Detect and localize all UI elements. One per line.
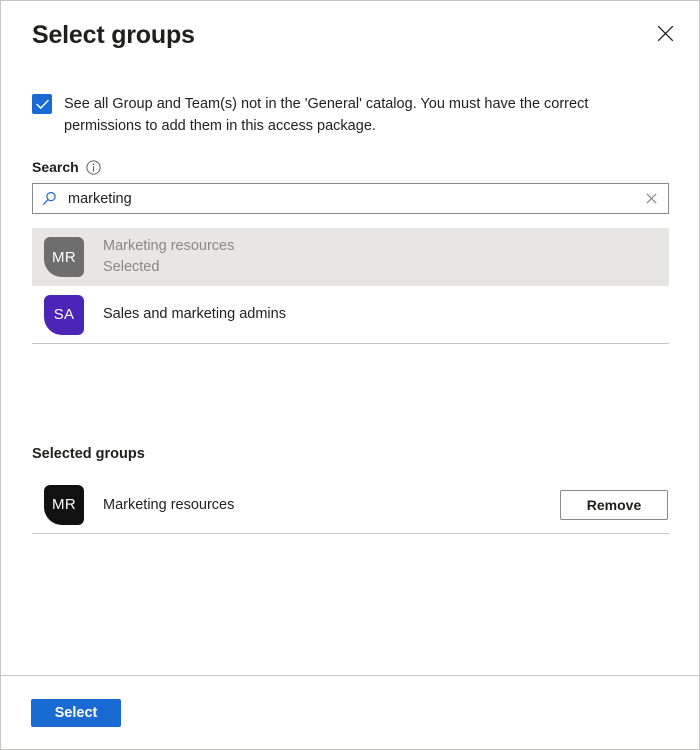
- select-groups-dialog: Select groups See all Group and Team(s) …: [0, 0, 700, 750]
- search-box[interactable]: [32, 183, 669, 214]
- result-name: Sales and marketing admins: [103, 304, 286, 325]
- info-icon[interactable]: [86, 160, 101, 175]
- select-button[interactable]: Select: [31, 699, 121, 727]
- checkmark-icon: [36, 99, 49, 110]
- selected-groups-heading: Selected groups: [32, 446, 669, 462]
- catalog-option-checkbox[interactable]: [32, 94, 52, 114]
- catalog-option-label: See all Group and Team(s) not in the 'Ge…: [64, 93, 651, 137]
- result-texts: Sales and marketing admins: [103, 304, 286, 325]
- catalog-option-row[interactable]: See all Group and Team(s) not in the 'Ge…: [32, 93, 669, 137]
- close-button[interactable]: [649, 17, 681, 49]
- search-label: Search: [32, 159, 79, 175]
- selected-group-name: Marketing resources: [103, 497, 560, 513]
- dialog-body: See all Group and Team(s) not in the 'Ge…: [1, 71, 699, 675]
- result-name: Marketing resources: [103, 236, 234, 257]
- search-icon: [42, 191, 57, 206]
- search-results-list: MR Marketing resources Selected SA Sales…: [32, 228, 669, 344]
- avatar: MR: [44, 485, 84, 525]
- remove-button[interactable]: Remove: [560, 490, 668, 520]
- close-icon: [657, 25, 674, 42]
- search-input[interactable]: [57, 184, 642, 213]
- result-status: Selected: [103, 257, 234, 278]
- selected-groups-list: MR Marketing resources Remove: [32, 476, 669, 534]
- avatar: MR: [44, 237, 84, 277]
- avatar: SA: [44, 295, 84, 335]
- clear-search-icon[interactable]: [642, 184, 660, 213]
- selected-group-row: MR Marketing resources Remove: [32, 476, 669, 534]
- dialog-footer: Select: [1, 675, 699, 749]
- page-title: Select groups: [32, 19, 675, 51]
- dialog-header: Select groups: [1, 1, 699, 71]
- result-row-sales-and-marketing-admins[interactable]: SA Sales and marketing admins: [32, 286, 669, 344]
- result-row-marketing-resources: MR Marketing resources Selected: [32, 228, 669, 286]
- result-texts: Marketing resources Selected: [103, 236, 234, 278]
- search-label-row: Search: [32, 159, 669, 175]
